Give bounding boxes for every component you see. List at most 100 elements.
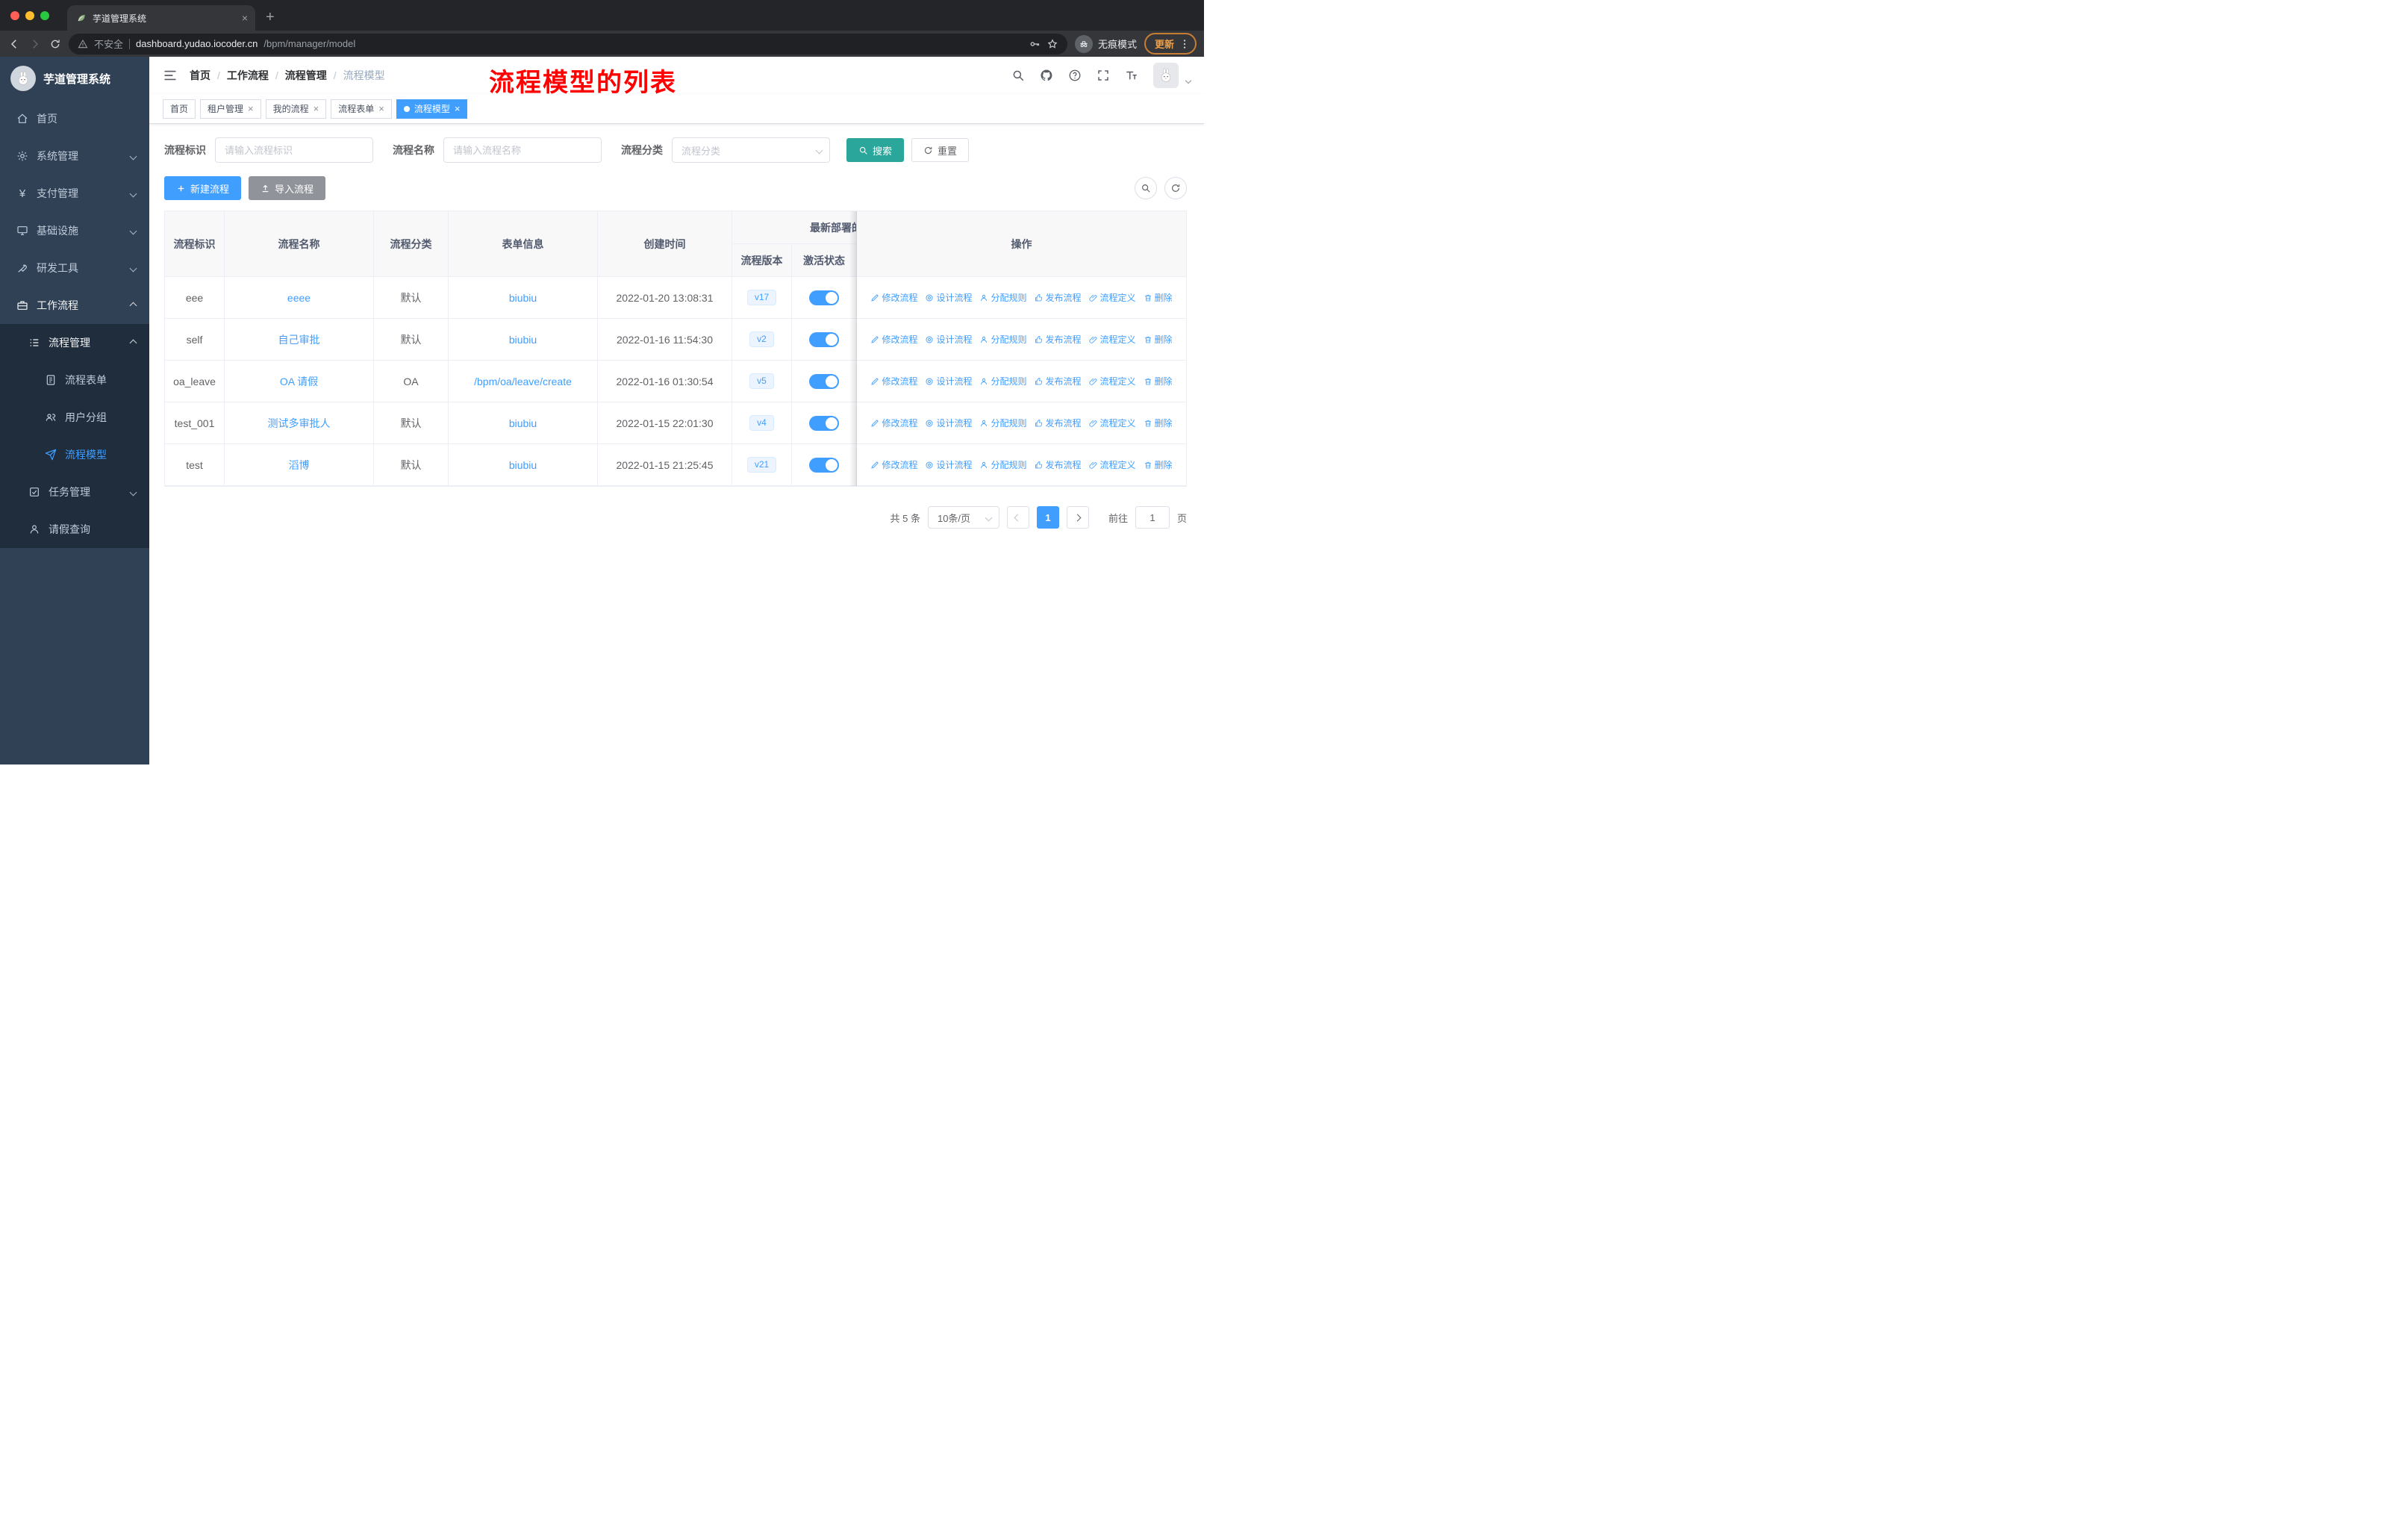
op-design-link[interactable]: 设计流程 [925, 333, 972, 346]
op-design-link[interactable]: 设计流程 [925, 458, 972, 471]
op-delete-link[interactable]: 删除 [1144, 458, 1173, 471]
create-process-button[interactable]: 新建流程 [164, 176, 242, 200]
help-question-icon[interactable] [1068, 69, 1082, 82]
active-toggle[interactable] [809, 331, 839, 347]
op-definition-link[interactable]: 流程定义 [1089, 291, 1136, 304]
password-key-icon[interactable] [1029, 38, 1041, 50]
op-publish-link[interactable]: 发布流程 [1035, 417, 1082, 429]
sidebar-collapse-icon[interactable] [163, 68, 178, 83]
op-design-link[interactable]: 设计流程 [925, 291, 972, 304]
process-name-link[interactable]: OA 请假 [280, 374, 318, 389]
zoom-window-button[interactable] [40, 11, 49, 20]
op-definition-link[interactable]: 流程定义 [1089, 417, 1136, 429]
tag-close-icon[interactable]: × [455, 104, 461, 113]
page-1-button[interactable]: 1 [1036, 506, 1059, 529]
op-design-link[interactable]: 设计流程 [925, 375, 972, 387]
reload-button[interactable] [49, 38, 61, 50]
forward-button[interactable] [28, 37, 42, 51]
op-modify-link[interactable]: 修改流程 [870, 417, 917, 429]
breadcrumb-item-workflow[interactable]: 工作流程 [227, 68, 269, 83]
bookmark-star-icon[interactable] [1047, 38, 1058, 50]
sidebar-item-home[interactable]: 首页 [0, 100, 149, 137]
op-definition-link[interactable]: 流程定义 [1089, 375, 1136, 387]
active-toggle[interactable] [809, 290, 839, 305]
tag-process-model-active[interactable]: 流程模型 × [396, 99, 468, 119]
sidebar-item-infra[interactable]: 基础设施 [0, 212, 149, 249]
op-delete-link[interactable]: 删除 [1144, 333, 1173, 346]
tag-close-icon[interactable]: × [378, 104, 384, 113]
next-page-button[interactable] [1066, 506, 1089, 529]
form-info-link[interactable]: biubiu [509, 459, 537, 471]
op-assign-link[interactable]: 分配规则 [979, 375, 1027, 387]
tab-close-icon[interactable]: × [242, 13, 248, 23]
op-delete-link[interactable]: 删除 [1144, 291, 1173, 304]
tag-tenant[interactable]: 租户管理 × [200, 99, 261, 119]
menu-dots-icon[interactable] [1179, 38, 1191, 50]
active-toggle[interactable] [809, 415, 839, 431]
search-button[interactable]: 搜索 [846, 138, 905, 162]
new-tab-button[interactable]: + [266, 10, 275, 25]
minimize-window-button[interactable] [25, 11, 34, 20]
sidebar-item-task-mgmt[interactable]: 任务管理 [0, 473, 149, 511]
sidebar-item-process-model[interactable]: 流程模型 [0, 436, 149, 473]
op-publish-link[interactable]: 发布流程 [1035, 375, 1082, 387]
process-name-input[interactable] [443, 137, 602, 163]
sidebar-item-workflow[interactable]: 工作流程 [0, 287, 149, 324]
page-size-select[interactable]: 10条/页 [927, 506, 999, 529]
form-info-link[interactable]: biubiu [509, 292, 537, 304]
goto-page-input[interactable] [1135, 506, 1170, 529]
category-select[interactable]: 流程分类 [672, 137, 830, 163]
op-design-link[interactable]: 设计流程 [925, 417, 972, 429]
form-info-link[interactable]: biubiu [509, 334, 537, 346]
tag-process-form[interactable]: 流程表单 × [331, 99, 392, 119]
op-delete-link[interactable]: 删除 [1144, 417, 1173, 429]
process-name-link[interactable]: eeee [287, 292, 311, 304]
sidebar-item-process-form[interactable]: 流程表单 [0, 361, 149, 399]
form-info-link[interactable]: biubiu [509, 417, 537, 429]
op-assign-link[interactable]: 分配规则 [979, 333, 1027, 346]
address-bar[interactable]: 不安全 dashboard.yudao.iocoder.cn /bpm/mana… [69, 33, 1067, 55]
process-name-link[interactable]: 自己审批 [278, 332, 320, 347]
breadcrumb-item-process-mgmt[interactable]: 流程管理 [285, 68, 327, 83]
refresh-table-button[interactable] [1164, 177, 1187, 199]
user-avatar[interactable] [1153, 63, 1179, 88]
search-icon[interactable] [1011, 69, 1025, 82]
op-assign-link[interactable]: 分配规则 [979, 458, 1027, 471]
browser-update-button[interactable]: 更新 [1144, 33, 1197, 55]
sidebar-item-user-group[interactable]: 用户分组 [0, 399, 149, 436]
op-definition-link[interactable]: 流程定义 [1089, 333, 1136, 346]
prev-page-button[interactable] [1006, 506, 1029, 529]
op-modify-link[interactable]: 修改流程 [870, 458, 917, 471]
back-button[interactable] [7, 37, 21, 51]
close-window-button[interactable] [10, 11, 19, 20]
tag-close-icon[interactable]: × [314, 104, 319, 113]
op-modify-link[interactable]: 修改流程 [870, 375, 917, 387]
toggle-search-button[interactable] [1135, 177, 1157, 199]
process-name-link[interactable]: 滔博 [289, 458, 310, 473]
tag-my-process[interactable]: 我的流程 × [265, 99, 327, 119]
op-assign-link[interactable]: 分配规则 [979, 417, 1027, 429]
op-publish-link[interactable]: 发布流程 [1035, 458, 1082, 471]
github-icon[interactable] [1040, 69, 1053, 82]
breadcrumb-item-home[interactable]: 首页 [190, 68, 210, 83]
import-process-button[interactable]: 导入流程 [249, 176, 326, 200]
op-publish-link[interactable]: 发布流程 [1035, 333, 1082, 346]
process-id-input[interactable] [215, 137, 373, 163]
process-name-link[interactable]: 测试多审批人 [268, 416, 331, 431]
op-modify-link[interactable]: 修改流程 [870, 333, 917, 346]
sidebar-item-process-mgmt[interactable]: 流程管理 [0, 324, 149, 361]
tag-close-icon[interactable]: × [248, 104, 254, 113]
reset-button[interactable]: 重置 [911, 138, 970, 162]
sidebar-item-dev-tools[interactable]: 研发工具 [0, 249, 149, 287]
op-assign-link[interactable]: 分配规则 [979, 291, 1027, 304]
op-modify-link[interactable]: 修改流程 [870, 291, 917, 304]
active-toggle[interactable] [809, 373, 839, 389]
sidebar-item-pay[interactable]: ¥ 支付管理 [0, 175, 149, 212]
sidebar-item-system[interactable]: 系统管理 [0, 137, 149, 175]
op-definition-link[interactable]: 流程定义 [1089, 458, 1136, 471]
font-size-icon[interactable] [1125, 69, 1138, 82]
form-info-link[interactable]: /bpm/oa/leave/create [474, 376, 572, 387]
browser-tab[interactable]: 芋道管理系统 × [67, 5, 255, 31]
fullscreen-icon[interactable] [1097, 69, 1110, 82]
tag-home[interactable]: 首页 [163, 99, 196, 119]
